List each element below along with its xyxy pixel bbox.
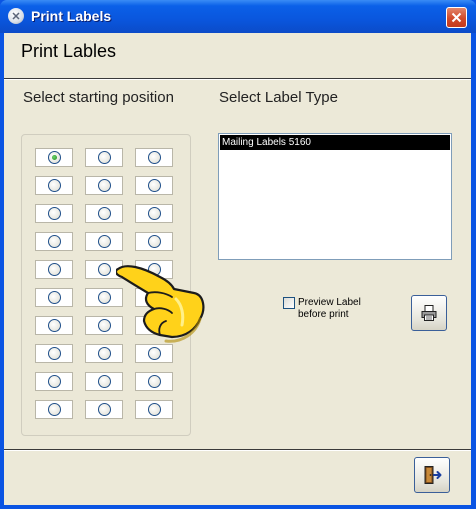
position-radio[interactable] xyxy=(48,179,61,192)
exit-door-icon xyxy=(424,466,442,484)
app-icon[interactable] xyxy=(8,8,24,24)
title-bar[interactable]: Print Labels xyxy=(0,0,476,33)
divider xyxy=(4,78,471,80)
position-radio[interactable] xyxy=(98,235,111,248)
position-cell-r2-c2[interactable] xyxy=(85,176,123,195)
position-cell-r2-c1[interactable] xyxy=(35,176,73,195)
position-radio[interactable] xyxy=(98,179,111,192)
position-cell-r9-c1[interactable] xyxy=(35,372,73,391)
position-radio[interactable] xyxy=(48,403,61,416)
preview-checkbox[interactable] xyxy=(283,297,295,309)
close-icon xyxy=(451,12,462,23)
print-button[interactable] xyxy=(411,295,447,331)
label-type-list[interactable]: Mailing Labels 5160 xyxy=(218,133,452,260)
position-cell-r2-c3[interactable] xyxy=(135,176,173,195)
position-cell-r3-c2[interactable] xyxy=(85,204,123,223)
position-cell-r6-c1[interactable] xyxy=(35,288,73,307)
position-cell-r1-c2[interactable] xyxy=(85,148,123,167)
position-radio[interactable] xyxy=(148,151,161,164)
dialog-body: Print Lables Select starting position Se… xyxy=(4,33,471,505)
position-radio[interactable] xyxy=(48,347,61,360)
position-cell-r10-c2[interactable] xyxy=(85,400,123,419)
position-cell-r7-c1[interactable] xyxy=(35,316,73,335)
position-cell-r10-c1[interactable] xyxy=(35,400,73,419)
position-cell-r9-c3[interactable] xyxy=(135,372,173,391)
pointing-hand-icon xyxy=(116,265,205,343)
print-labels-window: Print Labels Print Lables Select startin… xyxy=(0,0,476,509)
position-cell-r3-c3[interactable] xyxy=(135,204,173,223)
position-radio[interactable] xyxy=(98,151,111,164)
position-cell-r1-c3[interactable] xyxy=(135,148,173,167)
close-button[interactable] xyxy=(446,7,467,28)
position-cell-r1-c1[interactable] xyxy=(35,148,73,167)
window-title: Print Labels xyxy=(31,8,112,24)
printer-icon xyxy=(421,305,437,321)
position-radio[interactable] xyxy=(98,375,111,388)
position-radio[interactable] xyxy=(148,235,161,248)
position-radio[interactable] xyxy=(98,347,111,360)
position-radio[interactable] xyxy=(48,263,61,276)
position-radio[interactable] xyxy=(148,403,161,416)
preview-checkbox-label[interactable]: Preview Label before print xyxy=(298,297,361,321)
position-radio[interactable] xyxy=(98,263,111,276)
label-type-label: Select Label Type xyxy=(219,89,338,106)
page-title: Print Lables xyxy=(21,41,117,61)
position-radio[interactable] xyxy=(148,375,161,388)
position-radio[interactable] xyxy=(48,375,61,388)
position-cell-r5-c1[interactable] xyxy=(35,260,73,279)
list-item[interactable]: Mailing Labels 5160 xyxy=(220,135,450,150)
position-radio[interactable] xyxy=(98,319,111,332)
position-cell-r4-c2[interactable] xyxy=(85,232,123,251)
position-radio[interactable] xyxy=(48,151,61,164)
position-radio[interactable] xyxy=(98,291,111,304)
preview-label-line1: Preview Label xyxy=(298,297,361,308)
position-radio[interactable] xyxy=(48,207,61,220)
position-radio[interactable] xyxy=(148,207,161,220)
position-cell-r10-c3[interactable] xyxy=(135,400,173,419)
position-radio[interactable] xyxy=(148,179,161,192)
position-cell-r4-c1[interactable] xyxy=(35,232,73,251)
position-radio[interactable] xyxy=(48,235,61,248)
position-cell-r4-c3[interactable] xyxy=(135,232,173,251)
position-radio[interactable] xyxy=(98,207,111,220)
position-cell-r3-c1[interactable] xyxy=(35,204,73,223)
starting-position-label: Select starting position xyxy=(23,89,174,106)
position-radio[interactable] xyxy=(48,319,61,332)
position-cell-r9-c2[interactable] xyxy=(85,372,123,391)
position-radio[interactable] xyxy=(48,291,61,304)
footer-divider xyxy=(4,449,471,451)
exit-button[interactable] xyxy=(414,457,450,493)
position-cell-r8-c1[interactable] xyxy=(35,344,73,363)
preview-label-line2: before print xyxy=(298,309,349,320)
position-radio[interactable] xyxy=(98,403,111,416)
